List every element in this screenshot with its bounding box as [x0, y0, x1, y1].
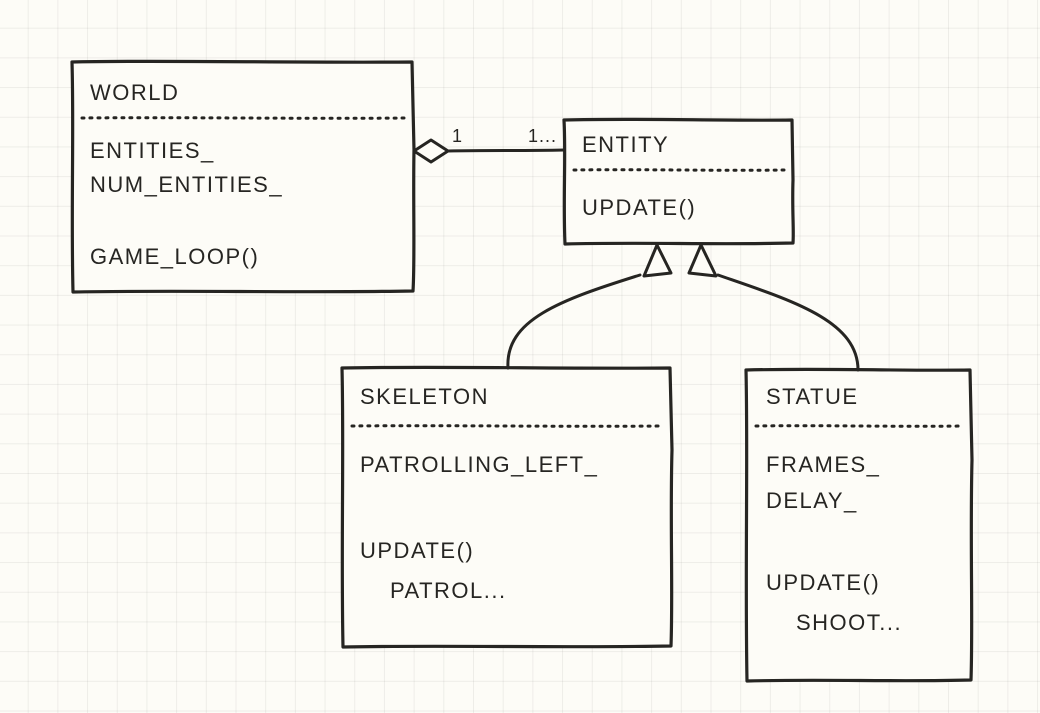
statue-attr-0: FRAMES_: [766, 452, 880, 477]
relationship-aggregation: 1 1...: [414, 126, 564, 162]
aggregation-diamond-icon: [414, 140, 448, 162]
world-method-0: GAME_LOOP(): [90, 244, 259, 269]
class-diagram: WORLD ENTITIES_ NUM_ENTITIES_ GAME_LOOP(…: [0, 0, 1040, 713]
world-attr-0: ENTITIES_: [90, 138, 215, 163]
world-attr-1: NUM_ENTITIES_: [90, 172, 283, 197]
multiplicity-from: 1: [452, 126, 463, 146]
inheritance-arrowhead-icon: [644, 245, 671, 276]
class-entity-title: ENTITY: [582, 132, 669, 157]
multiplicity-to: 1...: [528, 126, 557, 146]
class-statue: STATUE FRAMES_ DELAY_ UPDATE() SHOOT...: [746, 369, 972, 681]
relationship-inheritance-statue: [689, 245, 858, 370]
class-skeleton: SKELETON PATROLLING_LEFT_ UPDATE() PATRO…: [342, 367, 672, 647]
class-world-title: WORLD: [90, 80, 179, 105]
entity-method-0: UPDATE(): [582, 195, 696, 220]
skeleton-attr-0: PATROLLING_LEFT_: [360, 452, 598, 477]
relationship-inheritance-skeleton: [508, 245, 671, 368]
class-skeleton-title: SKELETON: [360, 384, 489, 409]
inheritance-arrowhead-icon: [689, 245, 716, 276]
skeleton-method-1: PATROL...: [390, 578, 507, 603]
skeleton-method-0: UPDATE(): [360, 538, 474, 563]
statue-method-0: UPDATE(): [766, 570, 880, 595]
class-statue-title: STATUE: [766, 384, 859, 409]
statue-method-1: SHOOT...: [796, 610, 902, 635]
statue-attr-1: DELAY_: [766, 488, 858, 513]
class-entity: ENTITY UPDATE(): [564, 119, 793, 244]
class-world: WORLD ENTITIES_ NUM_ENTITIES_ GAME_LOOP(…: [72, 61, 414, 292]
